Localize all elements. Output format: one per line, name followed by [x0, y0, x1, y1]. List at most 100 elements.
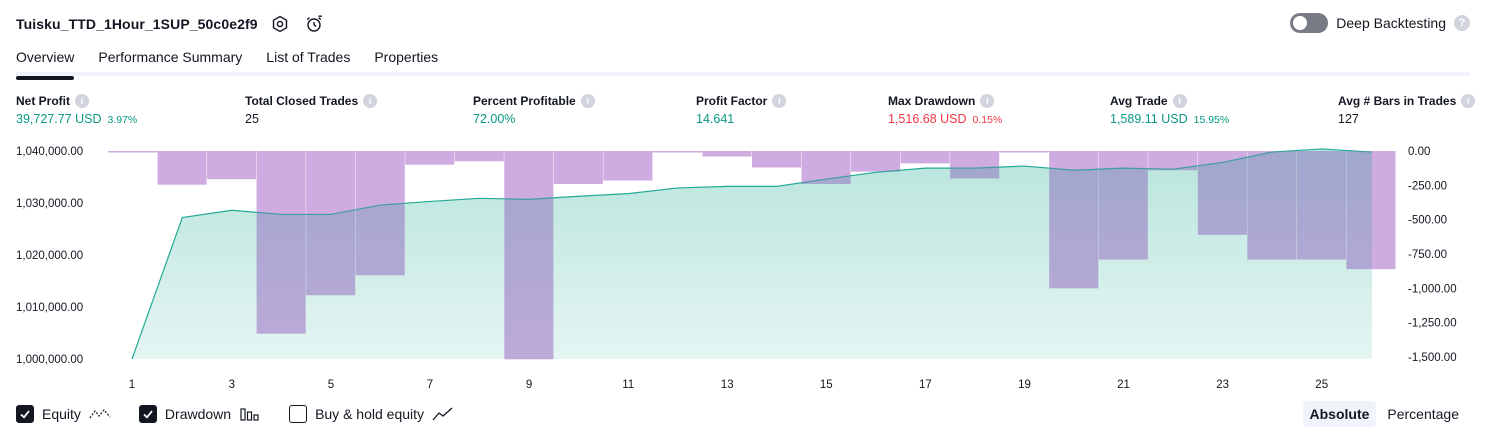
y-left-tick-label: 1,020,000.00	[16, 250, 83, 262]
drawdown-checkbox[interactable]	[138, 405, 157, 423]
metric-percent: 0.15%	[972, 114, 1003, 126]
drawdown-bar-overlay	[1049, 151, 1099, 289]
drawdown-bars-icon	[239, 406, 261, 422]
drawdown-bar-overlay	[553, 151, 603, 184]
metric-label: Avg # Bars in Trades	[1338, 94, 1457, 108]
y-left-tick-label: 1,040,000.00	[16, 146, 83, 158]
legend-label: Equity	[42, 406, 81, 422]
metric-label: Net Profit	[16, 94, 70, 108]
equity-drawdown-chart[interactable]: 1,000,000.00 1,010,000.00 1,020,000.00 1,03…	[0, 138, 1486, 398]
x-tick-label: 7	[427, 379, 433, 391]
metric-label: Percent Profitable	[473, 94, 576, 108]
drawdown-bar-overlay	[652, 151, 702, 153]
metric-label: Max Drawdown	[888, 94, 976, 108]
x-tick-label: 5	[328, 379, 334, 391]
tab-overview[interactable]: Overview	[16, 44, 75, 80]
y-left-tick-label: 1,010,000.00	[16, 302, 83, 314]
tab-bar: Overview Performance Summary List of Tra…	[16, 44, 1470, 80]
metric-avg-trade: Avg Trade i 1,589.11 USD 15.95%	[1110, 92, 1229, 126]
scale-switch: Absolute Percentage	[1302, 401, 1467, 427]
metric-label: Total Closed Trades	[245, 94, 359, 108]
y-right-tick-label: -500.00	[1408, 215, 1447, 227]
x-tick-label: 21	[1117, 379, 1130, 391]
metric-value: 1,516.68 USD	[888, 112, 967, 126]
drawdown-bar-overlay	[1346, 151, 1396, 270]
drawdown-bar-overlay	[801, 151, 851, 184]
drawdown-bar-overlay	[1197, 151, 1247, 235]
info-icon[interactable]: i	[75, 94, 89, 108]
drawdown-bar-overlay	[950, 151, 1000, 179]
alert-clock-icon[interactable]	[302, 12, 326, 36]
metric-percent: 3.97%	[107, 114, 138, 126]
metric-max-drawdown: Max Drawdown i 1,516.68 USD 0.15%	[888, 92, 1002, 126]
drawdown-bar-overlay	[306, 151, 356, 296]
deep-backtesting: Deep Backtesting ?	[1290, 13, 1470, 33]
legend-equity[interactable]: Equity	[16, 405, 111, 423]
drawdown-bar-overlay	[108, 151, 158, 153]
x-tick-label: 13	[721, 379, 734, 391]
metric-value: 25	[245, 112, 259, 126]
legend-label: Buy & hold equity	[315, 406, 425, 422]
absolute-button[interactable]: Absolute	[1302, 401, 1377, 427]
drawdown-bar-overlay	[851, 151, 901, 172]
info-icon[interactable]: i	[980, 94, 995, 108]
drawdown-bar-overlay	[1296, 151, 1346, 260]
y-right-tick-label: -250.00	[1408, 180, 1447, 192]
legend-buy-hold-equity[interactable]: Buy & hold equity	[289, 405, 454, 423]
help-icon[interactable]: ?	[1454, 15, 1470, 31]
y-right-tick-label: 0.00	[1408, 146, 1430, 158]
drawdown-bar-overlay	[1247, 151, 1297, 260]
info-icon[interactable]: i	[772, 94, 787, 108]
buy-hold-checkbox[interactable]	[289, 405, 308, 423]
drawdown-bar-overlay	[1098, 151, 1148, 260]
strategy-title: Tuisku_TTD_1Hour_1SUP_50c0e2f9	[16, 16, 258, 32]
x-tick-label: 23	[1216, 379, 1229, 391]
metric-profit-factor: Profit Factor i 14.641	[696, 92, 787, 126]
x-tick-label: 1	[129, 379, 135, 391]
drawdown-bar-overlay	[1148, 151, 1198, 171]
tab-list-of-trades[interactable]: List of Trades	[266, 44, 350, 76]
metric-label: Profit Factor	[696, 94, 768, 108]
y-right-tick-label: -1,250.00	[1408, 318, 1457, 330]
x-tick-label: 9	[526, 379, 532, 391]
equity-checkbox[interactable]	[16, 405, 34, 423]
drawdown-bar-overlay	[207, 151, 257, 180]
x-tick-label: 15	[820, 379, 833, 391]
metric-percent: 15.95%	[1193, 114, 1230, 126]
x-tick-label: 17	[919, 379, 932, 391]
drawdown-bar-overlay	[504, 151, 554, 360]
metric-value: 127	[1338, 112, 1359, 126]
metric-value: 72.00%	[473, 112, 516, 126]
percentage-button[interactable]: Percentage	[1380, 401, 1466, 427]
info-icon[interactable]: i	[363, 94, 378, 108]
toggle-knob	[1293, 16, 1308, 30]
info-icon[interactable]: i	[1461, 94, 1476, 108]
y-left-tick-label: 1,030,000.00	[16, 198, 83, 210]
tab-performance-summary[interactable]: Performance Summary	[98, 44, 242, 76]
legend-label: Drawdown	[164, 406, 232, 422]
chart-legend: Equity Drawdown Buy & hold equity	[16, 403, 482, 425]
drawdown-bar-overlay	[157, 151, 207, 185]
drawdown-bar-overlay	[355, 151, 405, 276]
strategy-header: Tuisku_TTD_1Hour_1SUP_50c0e2f9	[16, 12, 326, 36]
metric-percent-profitable: Percent Profitable i 72.00%	[473, 92, 595, 126]
legend-drawdown[interactable]: Drawdown	[138, 405, 261, 423]
drawdown-bar-overlay	[256, 151, 306, 334]
y-left-tick-label: 1,000,000.00	[16, 354, 83, 366]
metric-value: 14.641	[696, 112, 735, 126]
deep-backtesting-toggle[interactable]	[1290, 13, 1329, 33]
info-icon[interactable]: i	[1172, 94, 1187, 108]
tab-properties[interactable]: Properties	[374, 44, 438, 76]
drawdown-bar-overlay	[752, 151, 802, 168]
y-right-tick-label: -1,500.00	[1408, 352, 1457, 364]
metric-total-closed-trades: Total Closed Trades i 25	[245, 92, 378, 126]
info-icon[interactable]: i	[580, 94, 595, 108]
metric-avg-bars-in-trades: Avg # Bars in Trades i 127	[1338, 92, 1476, 126]
drawdown-bar-overlay	[454, 151, 504, 162]
x-tick-label: 19	[1018, 379, 1031, 391]
drawdown-bar-overlay	[702, 151, 752, 157]
x-tick-label: 11	[622, 379, 634, 391]
settings-icon[interactable]	[268, 12, 292, 36]
drawdown-bar-overlay	[900, 151, 950, 164]
y-right-tick-label: -750.00	[1408, 249, 1447, 261]
